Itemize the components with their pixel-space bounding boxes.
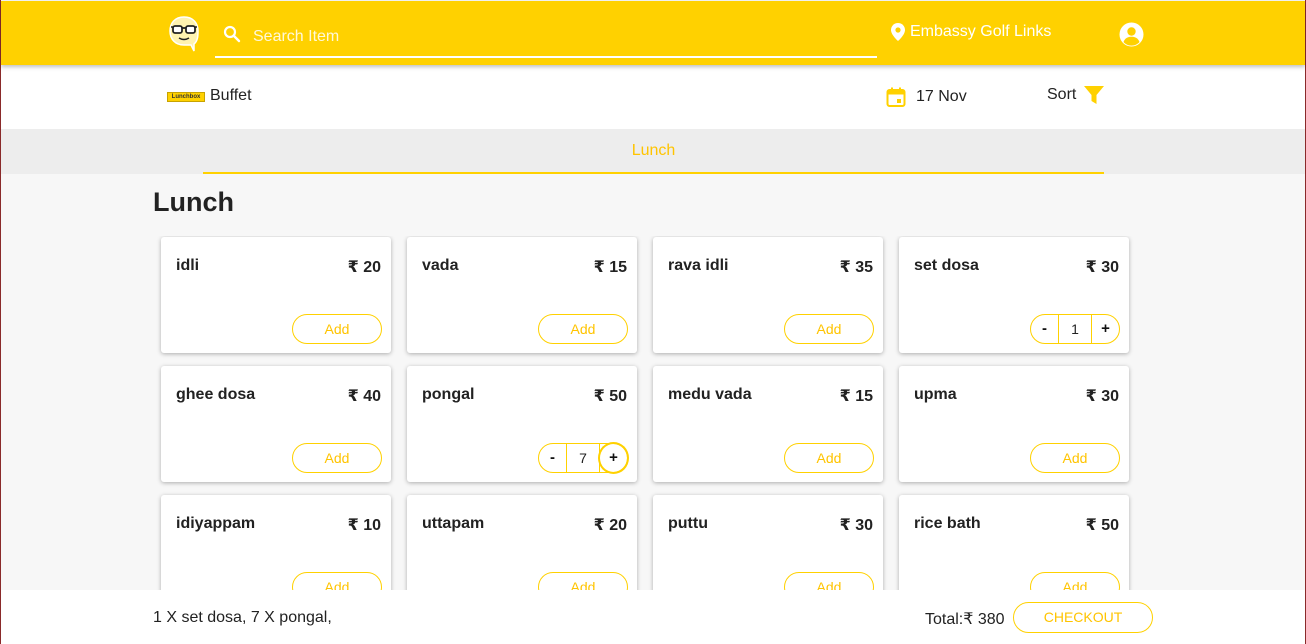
item-card: vada ₹ 15 Add <box>407 237 637 353</box>
section-title: Lunch <box>153 187 234 217</box>
date-selector[interactable]: 17 Nov <box>886 87 967 107</box>
search-icon <box>223 25 241 43</box>
item-card: upma ₹ 30 Add <box>899 366 1129 482</box>
item-price: ₹ 35 <box>839 259 873 276</box>
item-price: ₹ 20 <box>593 517 627 534</box>
item-name: idiyappam <box>176 515 256 532</box>
item-name: vada <box>422 257 459 274</box>
increment-button[interactable]: + <box>1092 315 1119 343</box>
glasses-face-logo-icon[interactable] <box>167 15 201 53</box>
item-card: set dosa ₹ 30 - 1 + <box>899 237 1129 353</box>
date-label: 17 Nov <box>916 88 967 105</box>
item-card: pongal ₹ 50 - 7 + <box>407 366 637 482</box>
calendar-icon <box>886 87 906 107</box>
account-circle-icon[interactable] <box>1119 22 1144 47</box>
item-card: idli ₹ 20 Add <box>161 237 391 353</box>
item-price: ₹ 15 <box>839 388 873 405</box>
checkout-button[interactable]: CHECKOUT <box>1013 602 1153 633</box>
brand-name: Buffet <box>210 87 252 104</box>
decrement-button[interactable]: - <box>1031 315 1058 343</box>
item-name: medu vada <box>668 386 752 403</box>
item-card: puttu ₹ 30 Add <box>653 495 883 590</box>
item-name: ghee dosa <box>176 386 256 403</box>
item-name: puttu <box>668 515 708 532</box>
item-price: ₹ 30 <box>839 517 873 534</box>
item-name: idli <box>176 257 200 274</box>
category-tabs: Lunch <box>1 129 1305 174</box>
item-name: rice bath <box>914 515 981 532</box>
cart-summary: 1 X set dosa, 7 X pongal, <box>153 609 332 626</box>
quantity-stepper: - 1 + <box>1030 314 1120 344</box>
cart-total: Total:₹ 380 <box>925 611 1005 628</box>
increment-button[interactable]: + <box>600 444 627 472</box>
sort-button[interactable]: Sort <box>1047 85 1105 105</box>
item-card: rice bath ₹ 50 Add <box>899 495 1129 590</box>
top-header: Embassy Golf Links <box>1 1 1305 65</box>
quantity-value: 7 <box>566 444 600 472</box>
item-price: ₹ 30 <box>1085 388 1119 405</box>
item-price: ₹ 40 <box>347 388 381 405</box>
tab-lunch[interactable]: Lunch <box>203 129 1104 174</box>
item-name: upma <box>914 386 957 403</box>
decrement-button[interactable]: - <box>539 444 566 472</box>
location-selector[interactable]: Embassy Golf Links <box>891 23 1051 41</box>
item-name: rava idli <box>668 257 729 274</box>
item-price: ₹ 15 <box>593 259 627 276</box>
item-name: set dosa <box>914 257 979 274</box>
search-bar <box>215 21 877 58</box>
add-button[interactable]: Add <box>1030 572 1120 590</box>
item-card: idiyappam ₹ 10 Add <box>161 495 391 590</box>
quantity-value: 1 <box>1058 315 1092 343</box>
add-button[interactable]: Add <box>538 314 628 344</box>
filter-icon <box>1084 86 1105 104</box>
brand-logo: Lunchbox <box>167 92 205 102</box>
item-price: ₹ 30 <box>1085 259 1119 276</box>
sort-label: Sort <box>1047 86 1077 103</box>
map-pin-icon <box>891 23 905 41</box>
item-name: pongal <box>422 386 475 403</box>
item-card: uttapam ₹ 20 Add <box>407 495 637 590</box>
add-button[interactable]: Add <box>292 572 382 590</box>
quantity-stepper: - 7 + <box>538 443 628 473</box>
item-price: ₹ 50 <box>593 388 627 405</box>
cart-footer: 1 X set dosa, 7 X pongal, Total:₹ 380 CH… <box>1 590 1305 644</box>
item-price: ₹ 10 <box>347 517 381 534</box>
item-price: ₹ 50 <box>1085 517 1119 534</box>
add-button[interactable]: Add <box>292 314 382 344</box>
item-card: ghee dosa ₹ 40 Add <box>161 366 391 482</box>
add-button[interactable]: Add <box>1030 443 1120 473</box>
add-button[interactable]: Add <box>292 443 382 473</box>
sub-header: Lunchbox Buffet 17 Nov Sort <box>1 65 1305 129</box>
location-label: Embassy Golf Links <box>910 23 1052 40</box>
search-input[interactable] <box>253 23 863 51</box>
add-button[interactable]: Add <box>784 443 874 473</box>
item-name: uttapam <box>422 515 485 532</box>
item-card: rava idli ₹ 35 Add <box>653 237 883 353</box>
add-button[interactable]: Add <box>784 314 874 344</box>
add-button[interactable]: Add <box>538 572 628 590</box>
add-button[interactable]: Add <box>784 572 874 590</box>
item-grid: idli ₹ 20 Add vada ₹ 15 Add rava idli ₹ … <box>0 236 1306 590</box>
item-price: ₹ 20 <box>347 259 381 276</box>
item-card: medu vada ₹ 15 Add <box>653 366 883 482</box>
